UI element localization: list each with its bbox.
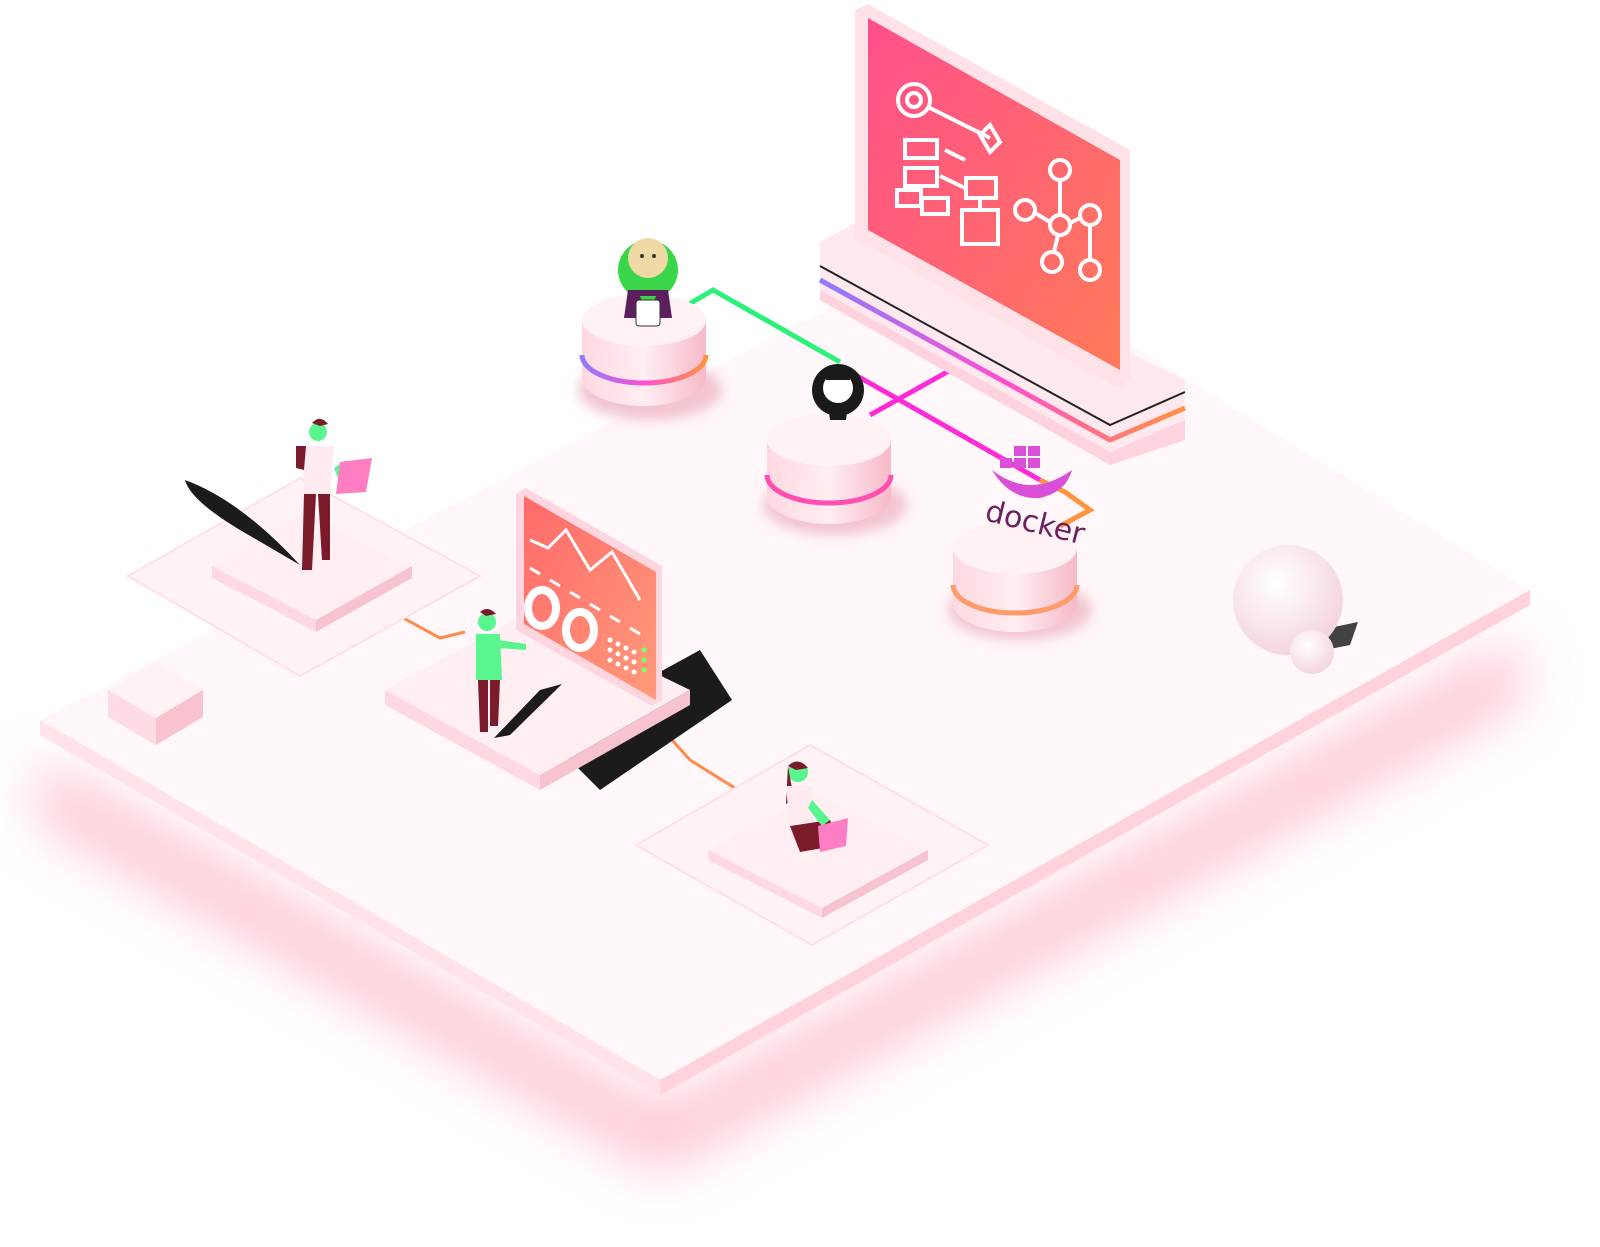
devops-isometric-illustration: docker <box>40 4 1530 1170</box>
github-cylinder <box>763 414 907 535</box>
jenkins-butler-icon <box>618 238 678 327</box>
main-platform <box>40 240 1530 1170</box>
